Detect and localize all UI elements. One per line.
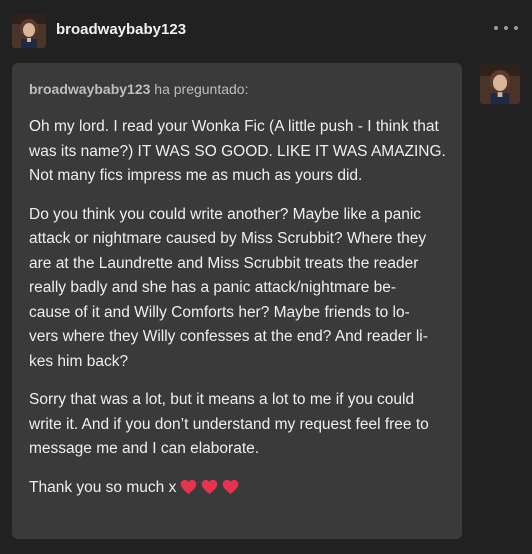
ask-body: Oh my lord. I read your Wonka Fic (A lit… bbox=[29, 115, 449, 514]
dot-icon bbox=[504, 26, 508, 30]
user-avatar[interactable] bbox=[12, 14, 46, 48]
heart-icon bbox=[180, 479, 197, 495]
ask-closing-line: Thank you so much x bbox=[29, 476, 449, 501]
ask-paragraph: Do you think you could write another? Ma… bbox=[29, 205, 428, 370]
heart-icon bbox=[201, 479, 218, 495]
user-avatar-icon bbox=[480, 64, 520, 104]
dot-icon bbox=[514, 26, 518, 30]
ask-paragraph: Sorry that was a lot, but it means a lot… bbox=[29, 391, 429, 457]
asker-username[interactable]: broadwaybaby123 bbox=[29, 81, 150, 97]
asked-label: ha preguntado: bbox=[154, 81, 249, 97]
ask-box: broadwaybaby123 ha preguntado: Oh my lor… bbox=[12, 63, 462, 539]
post-header: broadwaybaby123 bbox=[0, 0, 532, 60]
more-options-button[interactable] bbox=[494, 18, 518, 38]
hearts bbox=[180, 479, 239, 495]
heart-icon bbox=[222, 479, 239, 495]
username-link[interactable]: broadwaybaby123 bbox=[56, 21, 186, 38]
ask-paragraph: Oh my lord. I read your Wonka Fic (A lit… bbox=[29, 118, 446, 184]
asked-line: broadwaybaby123 ha preguntado: bbox=[29, 81, 248, 97]
asker-avatar[interactable] bbox=[480, 64, 520, 104]
ask-closing: Thank you so much x bbox=[29, 478, 177, 496]
dot-icon bbox=[494, 26, 498, 30]
user-avatar-icon bbox=[12, 14, 46, 48]
